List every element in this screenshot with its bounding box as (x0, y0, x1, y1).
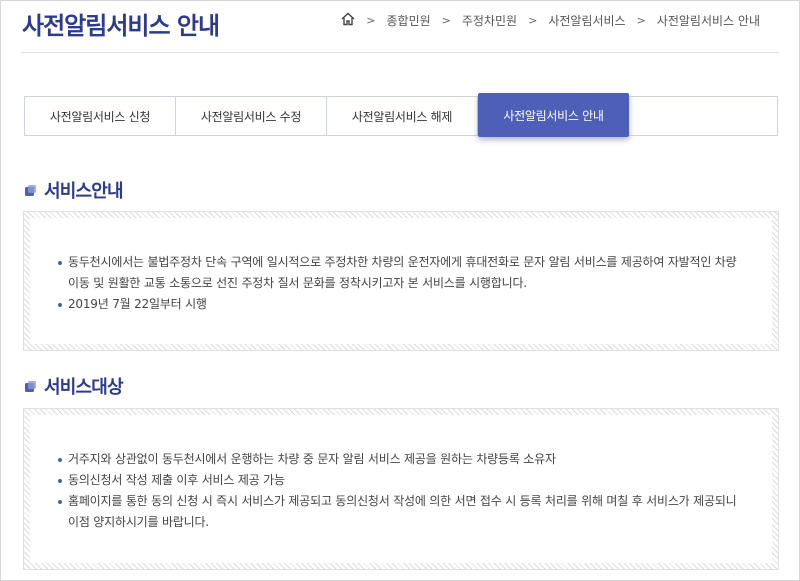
breadcrumb-current: 사전알림서비스 안내 (656, 14, 760, 28)
chevron-right-icon: > (636, 14, 646, 27)
breadcrumb-item[interactable]: 사전알림서비스 (548, 12, 625, 29)
list-item: 거주지와 상관없이 동두천시에서 운행하는 차량 중 문자 알림 서비스 제공을… (58, 449, 750, 470)
home-icon[interactable] (341, 12, 355, 29)
section-title-text: 서비스안내 (44, 181, 124, 202)
bullet-square-icon (25, 184, 36, 196)
section-title-service-target: 서비스대상 (24, 373, 124, 399)
bullet-square-icon (25, 380, 36, 392)
page-title: 사전알림서비스 안내 (22, 12, 220, 40)
title-divider (22, 52, 778, 53)
section-title-text: 서비스대상 (44, 377, 124, 398)
service-target-list: 거주지와 상관없이 동두천시에서 운행하는 차량 중 문자 알림 서비스 제공을… (58, 449, 750, 533)
chevron-right-icon: > (366, 14, 376, 27)
tab-service-modify[interactable]: 사전알림서비스 수정 (176, 97, 327, 135)
breadcrumb-item[interactable]: 주정차민원 (462, 12, 517, 29)
service-info-box: 동두천시에서는 불법주정차 단속 구역에 일시적으로 주정차한 차량의 운전자에… (23, 211, 779, 351)
list-item: 2019년 7월 22일부터 시행 (58, 294, 750, 315)
tab-service-guide[interactable]: 사전알림서비스 안내 (478, 93, 629, 137)
tab-service-cancel[interactable]: 사전알림서비스 해제 (327, 97, 478, 135)
section-title-service-info: 서비스안내 (24, 177, 124, 203)
list-item: 동두천시에서는 불법주정차 단속 구역에 일시적으로 주정차한 차량의 운전자에… (58, 252, 750, 294)
tab-bar: 사전알림서비스 신청 사전알림서비스 수정 사전알림서비스 해제 사전알림서비스… (24, 93, 778, 137)
list-item: 동의신청서 작성 제출 이후 서비스 제공 가능 (58, 470, 750, 491)
service-target-box: 거주지와 상관없이 동두천시에서 운행하는 차량 중 문자 알림 서비스 제공을… (23, 408, 779, 570)
list-item: 홈페이지를 통한 동의 신청 시 즉시 서비스가 제공되고 동의신청서 작성에 … (58, 491, 750, 533)
breadcrumb-item[interactable]: 종합민원 (387, 12, 431, 29)
chevron-right-icon: > (528, 14, 538, 27)
service-info-list: 동두천시에서는 불법주정차 단속 구역에 일시적으로 주정차한 차량의 운전자에… (58, 252, 750, 315)
tab-service-apply[interactable]: 사전알림서비스 신청 (25, 97, 176, 135)
chevron-right-icon: > (441, 14, 451, 27)
breadcrumb: > 종합민원 > 주정차민원 > 사전알림서비스 > 사전알림서비스 안내 (341, 12, 760, 29)
